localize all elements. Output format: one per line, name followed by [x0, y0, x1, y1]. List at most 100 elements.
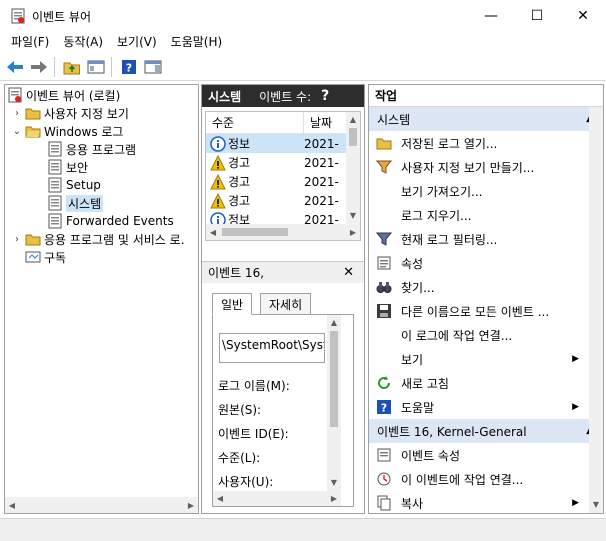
log-title: 시스템: [208, 89, 242, 104]
tab-details[interactable]: 자세히: [260, 293, 312, 315]
back-button[interactable]: [4, 56, 26, 78]
action-label: 속성: [401, 256, 424, 271]
action-item[interactable]: 이 로그에 작업 연결...: [369, 323, 587, 347]
toolbar-separator: [54, 56, 55, 77]
action-item[interactable]: 이 이벤트에 작업 연결...: [369, 467, 587, 491]
event-row[interactable]: 경고 2021-: [206, 153, 346, 172]
help-button[interactable]: ?: [118, 56, 140, 78]
actions-vscrollbar[interactable]: ▼: [589, 107, 603, 513]
tree-item-custom-views[interactable]: › 사용자 지정 보기: [5, 104, 198, 122]
tree-item-log-system[interactable]: 시스템: [5, 194, 198, 212]
tree-item-subscriptions[interactable]: 구독: [5, 248, 198, 266]
scroll-thumb[interactable]: [222, 228, 288, 236]
scroll-left-icon[interactable]: ◀: [206, 228, 220, 237]
filter-icon: [376, 160, 392, 174]
action-item[interactable]: 사용자 지정 보기 만들기...: [369, 155, 587, 179]
scroll-thumb[interactable]: [349, 128, 357, 146]
field-event-id: 이벤트 ID(E):: [218, 427, 289, 441]
tree-item-log-application[interactable]: 응용 프로그램: [5, 140, 198, 158]
chevron-right-icon[interactable]: ›: [11, 108, 23, 119]
tree-item-log-security[interactable]: 보안: [5, 158, 198, 176]
event-detail-title: 이벤트 16,: [208, 266, 265, 280]
action-item[interactable]: 로그 지우기...: [369, 203, 587, 227]
help-icon[interactable]: ?: [321, 88, 329, 104]
event-detail-header: 이벤트 16, ✕: [202, 261, 364, 283]
forward-button[interactable]: [28, 56, 50, 78]
action-item[interactable]: 속성: [369, 251, 587, 275]
tree-item-label: 응용 프로그램 및 서비스 로.: [44, 232, 185, 247]
menu-file[interactable]: 파일(F): [4, 32, 56, 52]
event-row[interactable]: 정보 2021-: [206, 134, 346, 153]
action-label: 복사: [401, 496, 424, 511]
close-icon[interactable]: ✕: [343, 265, 354, 280]
actions-section-system[interactable]: 시스템 ▲: [369, 107, 603, 131]
scroll-thumb[interactable]: [330, 331, 338, 427]
action-item[interactable]: 이벤트 속성: [369, 443, 587, 467]
scroll-right-icon[interactable]: ▶: [184, 501, 198, 510]
tree-root[interactable]: 이벤트 뷰어 (로컬): [5, 86, 198, 104]
close-button[interactable]: ✕: [560, 0, 606, 32]
event-viewer-icon: [11, 8, 25, 24]
menu-view[interactable]: 보기(V): [110, 32, 164, 52]
action-pane-icon: [144, 60, 162, 73]
tree-item-log-setup[interactable]: Setup: [5, 176, 198, 194]
menu-action[interactable]: 동작(A): [56, 32, 110, 52]
scroll-right-icon[interactable]: ▶: [346, 228, 360, 237]
action-item[interactable]: 찾기...: [369, 275, 587, 299]
events-header: 시스템 이벤트 수: ?: [202, 85, 364, 107]
event-row[interactable]: 경고 2021-: [206, 191, 346, 210]
action-item[interactable]: 보기 가져오기...: [369, 179, 587, 203]
tree-item-log-forwarded[interactable]: Forwarded Events: [5, 212, 198, 230]
scroll-down-icon[interactable]: ▼: [327, 475, 341, 489]
event-list: 수준 날짜 정보 2021- 경고 2021- 경고 2021- 경고 2021- 정보 2021…: [205, 111, 361, 241]
scroll-right-icon[interactable]: ▶: [327, 494, 341, 503]
show-action-pane-button[interactable]: [142, 56, 164, 78]
scroll-down-icon[interactable]: ▼: [589, 497, 603, 511]
tab-general[interactable]: 일반: [212, 293, 253, 315]
action-item[interactable]: 저장된 로그 열기...: [369, 131, 587, 155]
show-hide-tree-button[interactable]: [85, 56, 107, 78]
subscriptions-icon: [25, 251, 41, 263]
up-folder-button[interactable]: [61, 56, 83, 78]
action-label: 사용자 지정 보기 만들기...: [401, 160, 535, 175]
chevron-right-icon[interactable]: ›: [11, 234, 23, 245]
event-list-header: 수준 날짜: [206, 112, 360, 134]
action-item[interactable]: 다른 이름으로 모든 이벤트 ...: [369, 299, 587, 323]
scroll-down-icon[interactable]: ▼: [346, 208, 360, 222]
field-user: 사용자(U):: [218, 475, 274, 489]
action-label: 이 이벤트에 작업 연결...: [401, 472, 524, 487]
event-level: 경고: [228, 194, 251, 208]
action-item[interactable]: 현재 로그 필터링...: [369, 227, 587, 251]
action-item[interactable]: 보기 ▶: [369, 347, 587, 371]
column-date[interactable]: 날짜: [304, 114, 332, 131]
event-list-vscrollbar[interactable]: ▲ ▼: [346, 112, 360, 224]
action-item[interactable]: ? 도움말 ▶: [369, 395, 587, 419]
submenu-arrow-icon: ▶: [572, 498, 579, 508]
scroll-left-icon[interactable]: ◀: [5, 501, 19, 510]
maximize-button[interactable]: ☐: [514, 0, 560, 32]
column-level[interactable]: 수준: [206, 112, 304, 134]
action-item[interactable]: 복사 ▶: [369, 491, 587, 513]
tree-item-windows-logs[interactable]: ⌄ Windows 로그: [5, 122, 198, 140]
submenu-arrow-icon: ▶: [572, 402, 579, 412]
tree-hscrollbar[interactable]: ◀ ▶: [5, 497, 198, 513]
event-message-box[interactable]: \SystemRoot\Syst: [219, 333, 325, 363]
task-icon: [377, 472, 391, 486]
event-list-hscrollbar[interactable]: ◀ ▶: [206, 224, 360, 240]
section-title: 이벤트 16, Kernel-General: [377, 424, 527, 439]
chevron-down-icon[interactable]: ⌄: [11, 126, 23, 137]
tree-item-apps-services[interactable]: › 응용 프로그램 및 서비스 로.: [5, 230, 198, 248]
scroll-left-icon[interactable]: ◀: [213, 494, 227, 503]
status-bar: [0, 518, 606, 541]
detail-vscrollbar[interactable]: ▲ ▼: [327, 315, 341, 491]
action-item[interactable]: 새로 고침: [369, 371, 587, 395]
scroll-up-icon[interactable]: ▲: [327, 315, 341, 329]
menu-help[interactable]: 도움말(H): [164, 32, 230, 52]
event-row[interactable]: 경고 2021-: [206, 172, 346, 191]
action-label: 로그 지우기...: [401, 208, 472, 223]
minimize-button[interactable]: —: [468, 0, 514, 32]
scroll-up-icon[interactable]: ▲: [346, 112, 360, 126]
actions-section-event[interactable]: 이벤트 16, Kernel-General ▲: [369, 419, 603, 443]
forward-arrow-icon: [31, 60, 47, 73]
detail-hscrollbar[interactable]: ◀ ▶: [213, 491, 341, 506]
